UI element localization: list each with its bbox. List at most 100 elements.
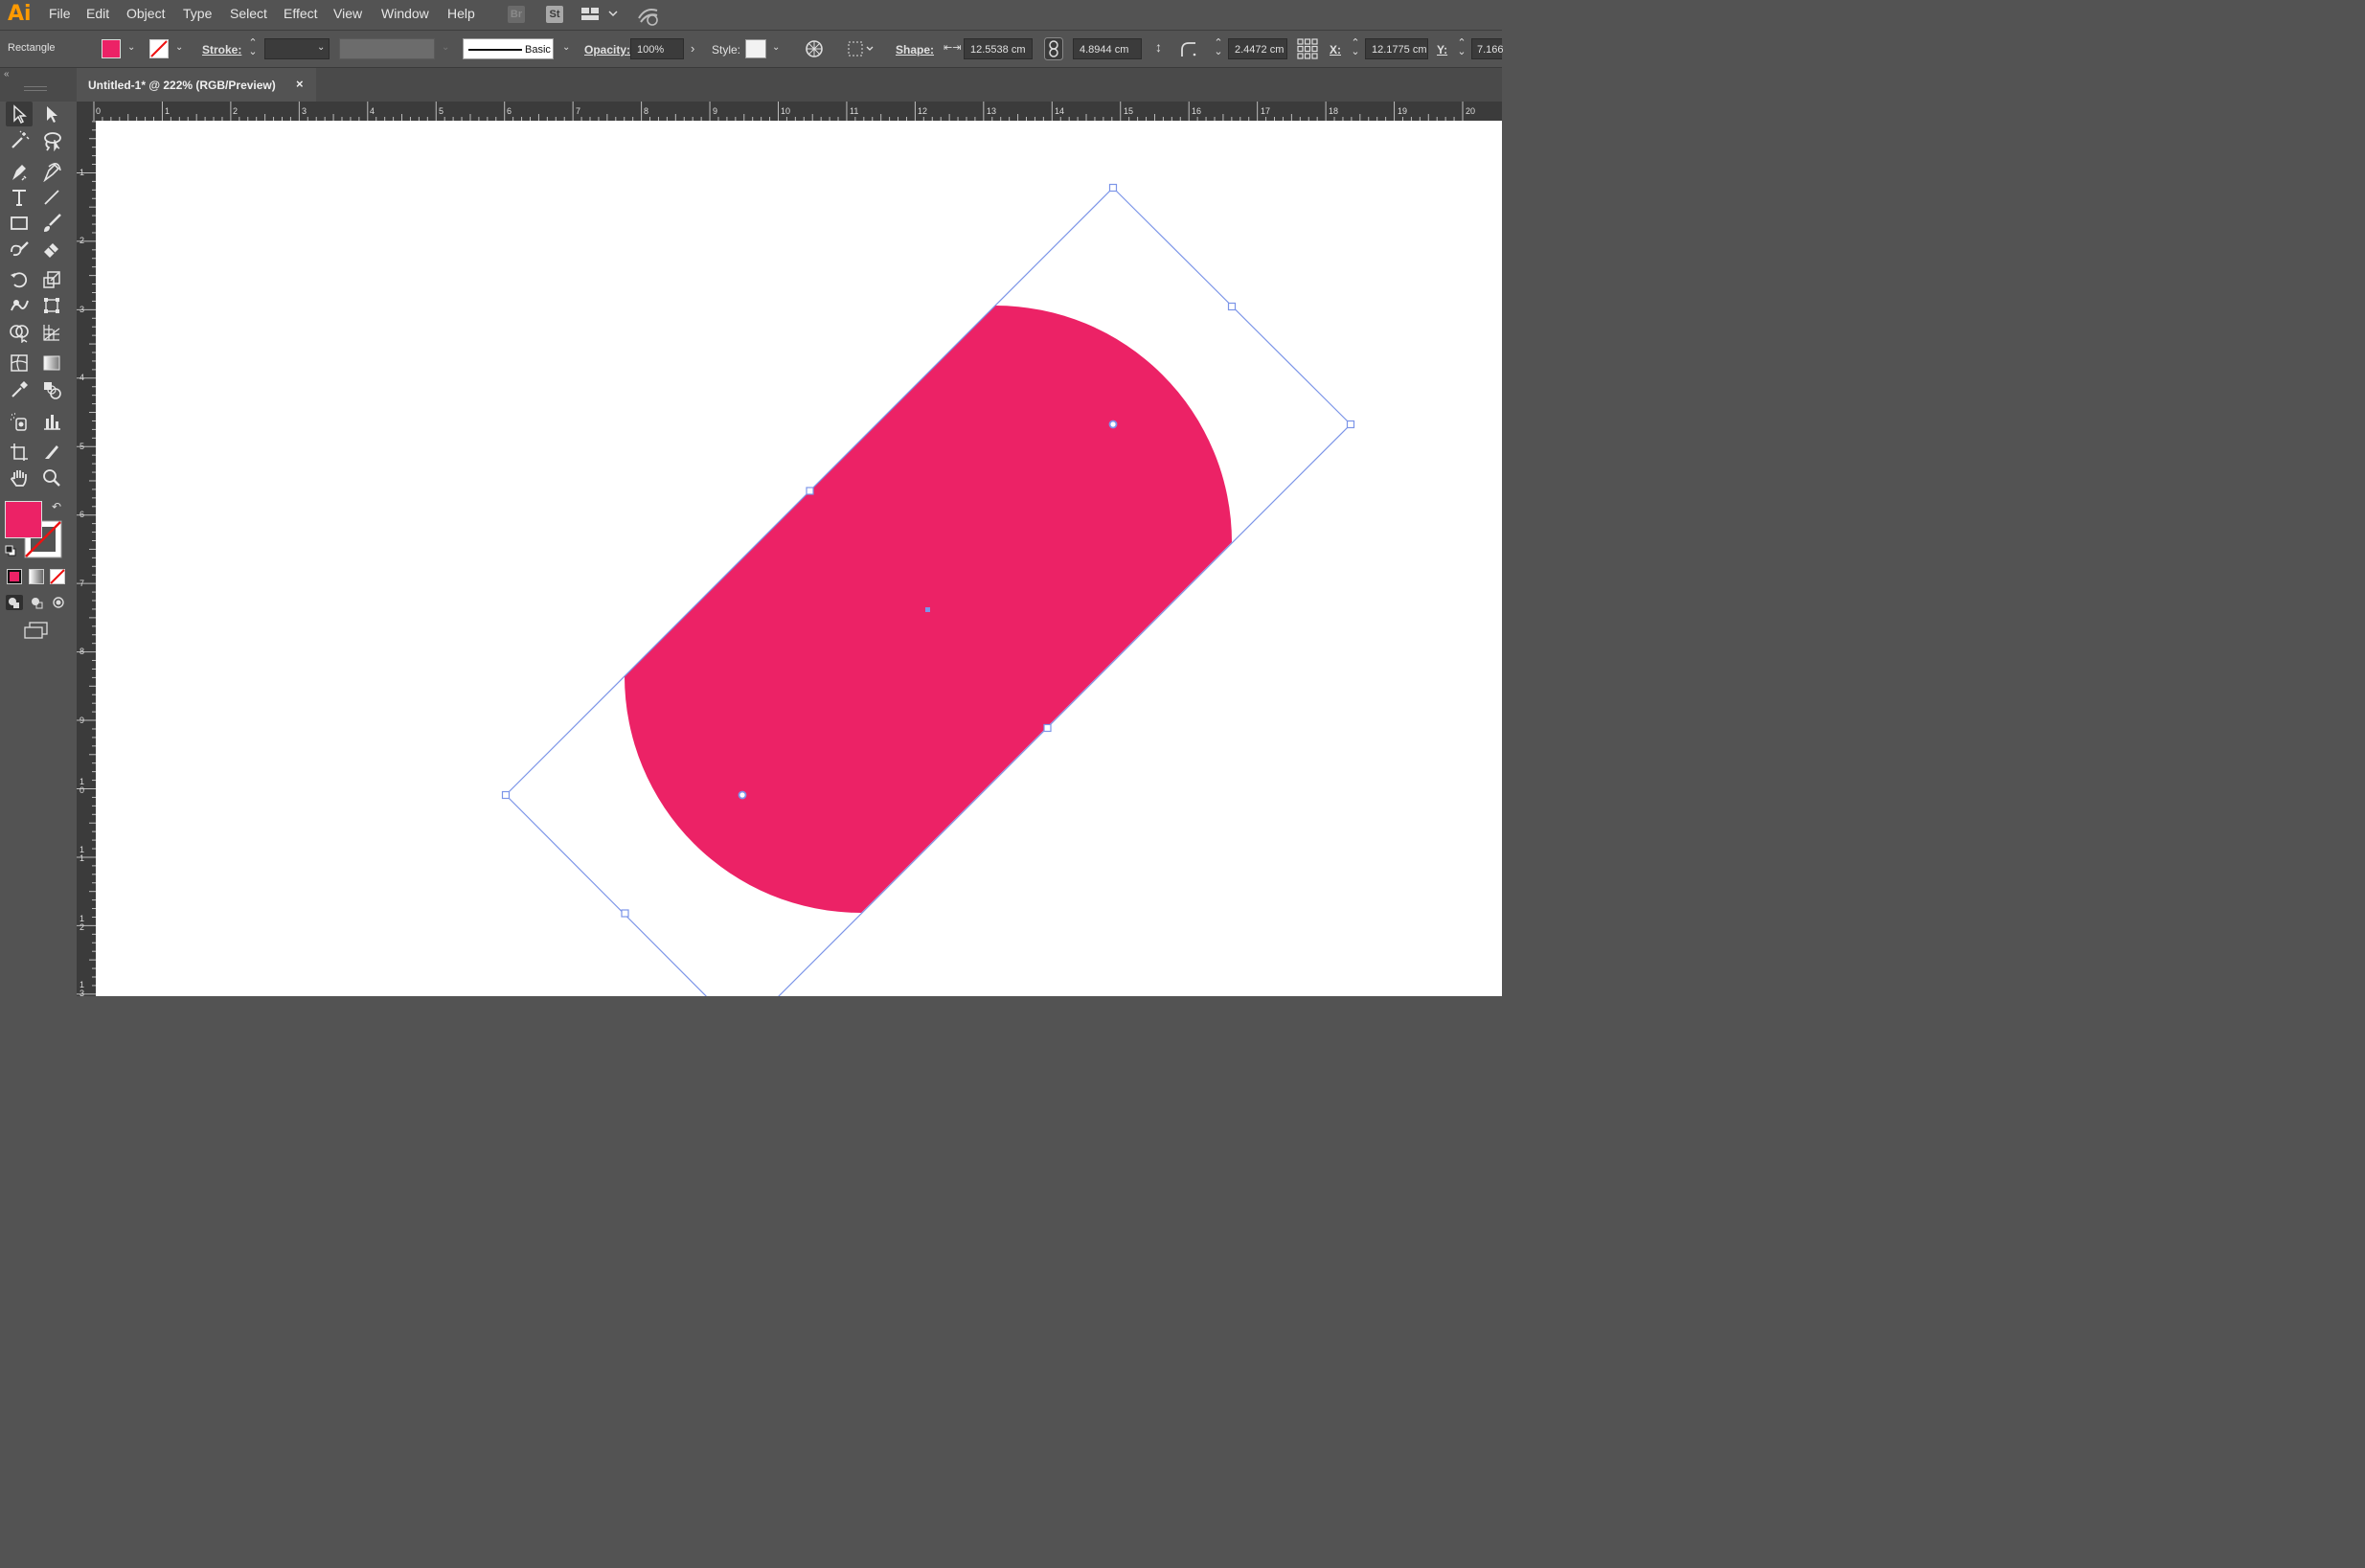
color-mode-button[interactable]: [7, 569, 22, 584]
draw-inside-icon[interactable]: [51, 595, 66, 610]
recolor-artwork-icon[interactable]: [805, 39, 824, 58]
stroke-weight-stepper[interactable]: ⌃ ⌄: [248, 38, 258, 57]
hand-tool[interactable]: [6, 466, 33, 490]
ruler-v-label-10: 10: [80, 777, 85, 795]
brush-dropdown-icon[interactable]: ⌄: [562, 42, 570, 53]
paintbrush-icon: [44, 214, 61, 232]
type-tool[interactable]: [6, 185, 33, 210]
artboard-tool[interactable]: [6, 440, 33, 465]
eyedropper-tool[interactable]: [6, 377, 33, 402]
curvature-tool[interactable]: [38, 159, 65, 184]
shape-width-field[interactable]: 12.5538 cm: [964, 38, 1033, 59]
perspective-grid-tool[interactable]: [38, 320, 65, 345]
bounding-box-handle-bottom-right[interactable]: [1043, 723, 1052, 733]
column-graph-tool[interactable]: [38, 409, 65, 434]
menu-file[interactable]: File: [49, 6, 71, 21]
panel-collapse-icon[interactable]: «: [4, 69, 10, 80]
fill-color-box[interactable]: [5, 501, 42, 538]
bounding-box-handle-top[interactable]: [1108, 183, 1118, 193]
corner-radius-field[interactable]: 2.4472 cm: [1228, 38, 1287, 59]
shape-label[interactable]: Shape:: [896, 43, 934, 57]
bounding-box-handle-right[interactable]: [1346, 420, 1355, 429]
menu-type[interactable]: Type: [183, 6, 212, 21]
bounding-box-handle-top-right[interactable]: [1227, 302, 1237, 311]
close-icon[interactable]: ×: [296, 77, 304, 91]
bounding-box-handle-left[interactable]: [501, 790, 511, 800]
shape-height-field[interactable]: 4.8944 cm: [1073, 38, 1142, 59]
selection-tool[interactable]: [6, 102, 33, 126]
x-position-field[interactable]: 12.1775 cm: [1365, 38, 1428, 59]
warp-tool[interactable]: [6, 293, 33, 318]
draw-normal-icon[interactable]: [6, 595, 23, 610]
live-corner-widget-top[interactable]: [1108, 420, 1118, 429]
menu-select[interactable]: Select: [230, 6, 267, 21]
constrain-proportions-link-icon[interactable]: [1044, 37, 1063, 60]
shape-builder-tool[interactable]: [6, 320, 33, 345]
menu-bar: Ai File Edit Object Type Select Effect V…: [0, 0, 1502, 31]
draw-behind-icon[interactable]: [29, 595, 46, 610]
stock-icon[interactable]: St: [546, 6, 563, 23]
default-fill-stroke-icon[interactable]: [5, 545, 16, 557]
stroke-weight-dropdown-icon[interactable]: ⌄: [317, 42, 325, 53]
gradient-tool[interactable]: [38, 351, 65, 375]
artboard-canvas[interactable]: [96, 121, 1502, 996]
menu-help[interactable]: Help: [447, 6, 475, 21]
graphic-style-swatch[interactable]: [745, 39, 766, 58]
x-stepper[interactable]: ⌃ ⌄: [1351, 38, 1360, 57]
menu-effect[interactable]: Effect: [284, 6, 318, 21]
bounding-box-handle-top-left[interactable]: [806, 487, 814, 495]
scale-tool[interactable]: [38, 267, 65, 292]
fill-dropdown-icon[interactable]: ⌄: [127, 42, 135, 53]
y-stepper[interactable]: ⌃ ⌄: [1457, 38, 1467, 57]
gpu-performance-icon[interactable]: [636, 5, 661, 26]
fill-swatch[interactable]: [102, 39, 121, 58]
stroke-label[interactable]: Stroke:: [202, 43, 241, 57]
shaper-tool[interactable]: [6, 237, 33, 261]
profile-dropdown-icon[interactable]: ⌄: [442, 42, 449, 53]
screen-mode-icon[interactable]: [24, 622, 49, 639]
panel-grip[interactable]: [24, 86, 47, 91]
menu-view[interactable]: View: [333, 6, 362, 21]
stroke-dropdown-icon[interactable]: ⌄: [175, 42, 183, 53]
reference-point-icon[interactable]: [1297, 38, 1318, 59]
eraser-tool[interactable]: [38, 237, 65, 261]
menu-edit[interactable]: Edit: [86, 6, 109, 21]
free-transform-tool[interactable]: [38, 293, 65, 318]
symbol-sprayer-tool[interactable]: [6, 409, 33, 434]
workspace-arrange-icon[interactable]: [580, 7, 619, 22]
line-segment-tool[interactable]: [38, 185, 65, 210]
bounding-box-handle-bottom-left[interactable]: [621, 909, 629, 918]
bridge-icon[interactable]: Br: [508, 6, 525, 23]
none-mode-button[interactable]: [50, 569, 65, 584]
magic-wand-tool[interactable]: [6, 128, 33, 153]
lasso-tool[interactable]: [38, 128, 65, 153]
mesh-tool[interactable]: [6, 351, 33, 375]
direct-selection-tool[interactable]: [38, 102, 65, 126]
slice-tool[interactable]: [38, 440, 65, 465]
ruler-h-label-12: 12: [918, 106, 928, 116]
opacity-label[interactable]: Opacity:: [584, 43, 630, 57]
brush-definition[interactable]: Basic: [463, 38, 554, 59]
style-dropdown-icon[interactable]: ⌄: [772, 42, 780, 53]
y-position-field[interactable]: 7.166: [1471, 38, 1504, 59]
stroke-none-swatch[interactable]: [149, 39, 169, 58]
variable-width-profile[interactable]: [339, 38, 435, 59]
opacity-field[interactable]: 100%: [630, 38, 684, 59]
gradient-icon: [43, 355, 60, 371]
pen-tool[interactable]: [6, 159, 33, 184]
corner-radius-stepper[interactable]: ⌃ ⌄: [1214, 38, 1223, 57]
swap-fill-stroke-icon[interactable]: ↶: [52, 500, 61, 513]
corner-type-icon[interactable]: [1179, 40, 1198, 57]
menu-object[interactable]: Object: [126, 6, 165, 21]
zoom-tool[interactable]: [38, 466, 65, 490]
rotate-tool[interactable]: [6, 267, 33, 292]
gradient-mode-button[interactable]: [29, 569, 44, 584]
live-corner-widget-bottom[interactable]: [738, 790, 747, 800]
align-to-icon[interactable]: [847, 39, 876, 58]
paintbrush-tool[interactable]: [38, 211, 65, 236]
blend-tool[interactable]: [38, 377, 65, 402]
rectangle-tool[interactable]: [6, 211, 33, 236]
document-tab[interactable]: Untitled-1* @ 222% (RGB/Preview) ×: [77, 68, 316, 102]
menu-window[interactable]: Window: [381, 6, 429, 21]
opacity-expand-icon[interactable]: ›: [691, 41, 694, 56]
